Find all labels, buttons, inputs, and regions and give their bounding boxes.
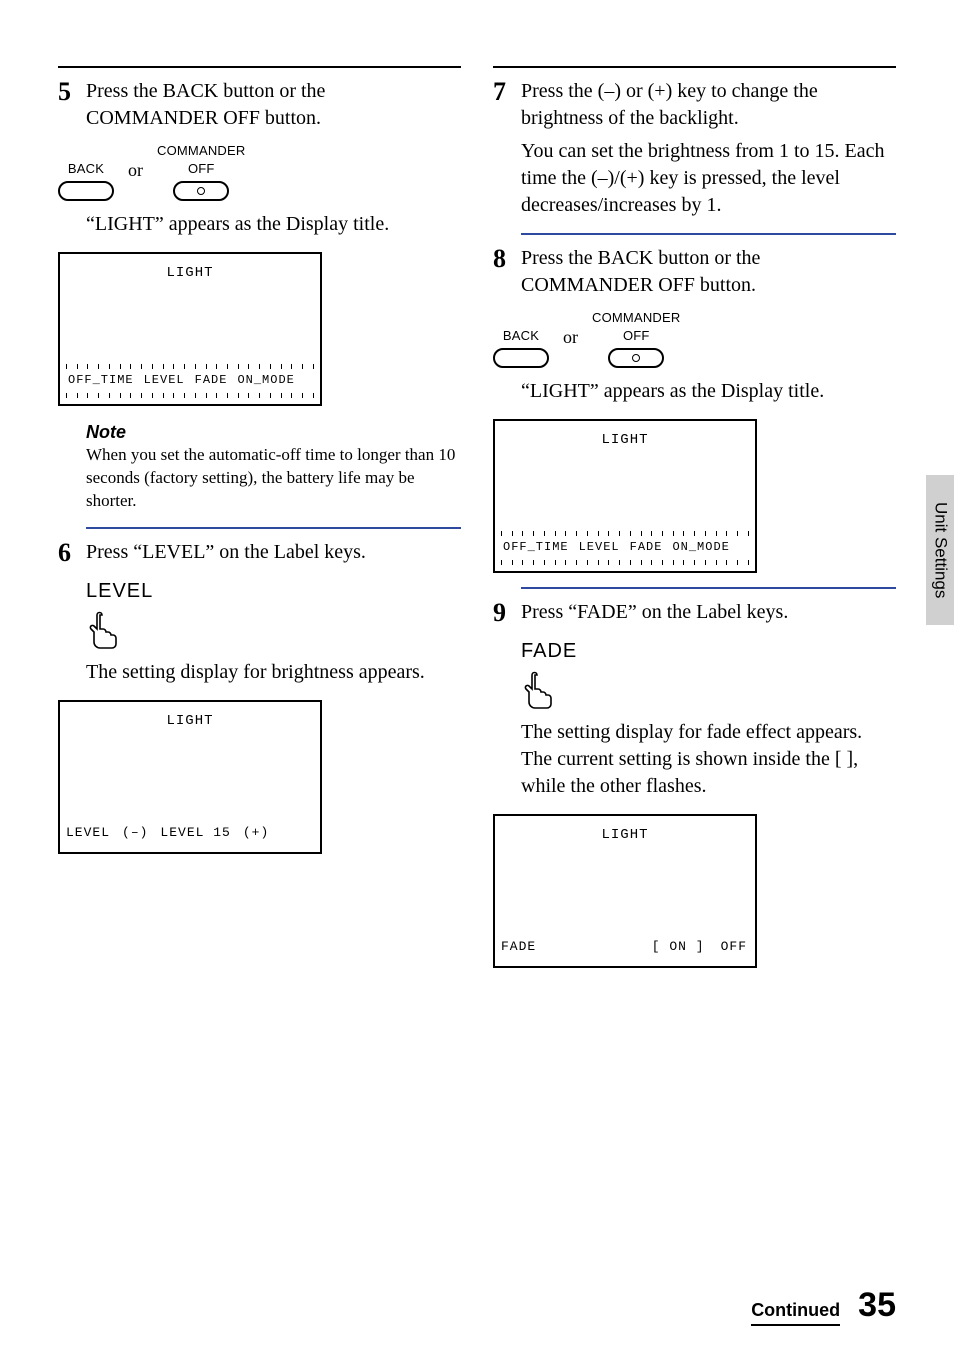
lcd-title: LIGHT (60, 712, 320, 731)
divider (493, 66, 896, 68)
lcd-display-level: LIGHT LEVEL (–) LEVEL 15 (+) (58, 700, 322, 854)
lcd-tab-offtime: OFF_TIME (503, 539, 569, 555)
commander-off-label: COMMANDER OFF (157, 142, 245, 177)
step-9: 9 Press “FADE” on the Label keys. (493, 599, 896, 628)
pointing-hand-icon (86, 611, 461, 649)
lcd-display: LIGHT OFF_TIME LEVEL FADE ON_MODE (493, 419, 757, 573)
commander-off-button-icon (608, 348, 664, 368)
continued-label: Continued (751, 1298, 840, 1326)
back-button-figure: BACK (493, 327, 549, 369)
divider (86, 527, 461, 529)
lcd-level-value: LEVEL 15 (160, 824, 230, 842)
lcd-fade-on: [ ON ] (652, 938, 705, 956)
step-text: Press “FADE” on the Label keys. (521, 599, 896, 626)
lcd-tabs: OFF_TIME LEVEL FADE ON_MODE (503, 539, 747, 555)
section-tab-label: Unit Settings (929, 502, 952, 598)
lcd-fade-label: FADE (501, 938, 536, 956)
lcd-tab-level: LEVEL (579, 539, 620, 555)
step-text: Press the BACK button or the COMMANDER O… (86, 78, 461, 132)
lcd-title: LIGHT (495, 826, 755, 845)
fade-key-label: FADE (521, 638, 896, 665)
step-number: 5 (58, 78, 86, 107)
step-number: 6 (58, 539, 86, 568)
step-text: Press the (–) or (+) key to change the b… (521, 78, 896, 132)
or-label: or (563, 325, 578, 349)
step9-note1: The setting display for fade effect appe… (521, 719, 896, 746)
pointing-hand-icon (521, 671, 896, 709)
step-8: 8 Press the BACK button or the COMMANDER… (493, 245, 896, 299)
lcd-title: LIGHT (60, 264, 320, 283)
back-label: BACK (503, 327, 539, 345)
lcd-tabs: OFF_TIME LEVEL FADE ON_MODE (68, 372, 312, 388)
left-column: 5 Press the BACK button or the COMMANDER… (58, 56, 461, 982)
lcd-level-row: LEVEL (–) LEVEL 15 (+) (66, 824, 314, 842)
lcd-tab-onmode: ON_MODE (672, 539, 729, 555)
section-tab: Unit Settings (926, 475, 954, 625)
lcd-tab-level: LEVEL (144, 372, 185, 388)
lcd-ruler: OFF_TIME LEVEL FADE ON_MODE (501, 531, 749, 565)
right-column: 7 Press the (–) or (+) key to change the… (493, 56, 896, 982)
lcd-display-fade: LIGHT FADE [ ON ] OFF (493, 814, 757, 968)
page-number: 35 (858, 1283, 896, 1329)
lcd-tab-onmode: ON_MODE (237, 372, 294, 388)
step-number: 9 (493, 599, 521, 628)
commander-off-figure: COMMANDER OFF (157, 142, 245, 201)
lcd-tab-fade: FADE (630, 539, 663, 555)
lcd-fade-off: OFF (719, 938, 749, 956)
step-number: 8 (493, 245, 521, 274)
divider (521, 587, 896, 589)
divider (521, 233, 896, 235)
step6-note: The setting display for brightness appea… (86, 659, 461, 686)
or-label: or (128, 158, 143, 182)
step-text: Press the BACK button or the COMMANDER O… (521, 245, 896, 299)
step-7: 7 Press the (–) or (+) key to change the… (493, 78, 896, 219)
note-heading: Note (86, 420, 461, 444)
back-button-figure: BACK (58, 160, 114, 202)
commander-off-label: COMMANDER OFF (592, 309, 680, 344)
lcd-fade-row: FADE [ ON ] OFF (501, 938, 749, 956)
divider (58, 66, 461, 68)
lcd-plus-key: (+) (241, 824, 271, 842)
step9-note2: The current setting is shown inside the … (521, 746, 896, 800)
step-6: 6 Press “LEVEL” on the Label keys. (58, 539, 461, 568)
button-diagram: BACK or COMMANDER OFF (493, 309, 896, 368)
lcd-display: LIGHT OFF_TIME LEVEL FADE ON_MODE (58, 252, 322, 406)
step5-note: “LIGHT” appears as the Display title. (86, 211, 461, 238)
step-number: 7 (493, 78, 521, 107)
lcd-ruler: OFF_TIME LEVEL FADE ON_MODE (66, 364, 314, 398)
step-5: 5 Press the BACK button or the COMMANDER… (58, 78, 461, 132)
note-body: When you set the automatic-off time to l… (86, 444, 461, 513)
back-button-icon (58, 181, 114, 201)
commander-off-figure: COMMANDER OFF (592, 309, 680, 368)
lcd-tab-fade: FADE (195, 372, 228, 388)
back-button-icon (493, 348, 549, 368)
back-label: BACK (68, 160, 104, 178)
lcd-title: LIGHT (495, 431, 755, 450)
level-key-label: LEVEL (86, 578, 461, 605)
lcd-minus-key: (–) (120, 824, 150, 842)
lcd-tab-offtime: OFF_TIME (68, 372, 134, 388)
page-footer: Continued 35 (751, 1283, 896, 1329)
step8-note: “LIGHT” appears as the Display title. (521, 378, 896, 405)
lcd-level-label: LEVEL (66, 824, 110, 842)
button-diagram: BACK or COMMANDER OFF (58, 142, 461, 201)
step7-note: You can set the brightness from 1 to 15.… (521, 138, 896, 219)
commander-off-button-icon (173, 181, 229, 201)
step-text: Press “LEVEL” on the Label keys. (86, 539, 461, 566)
